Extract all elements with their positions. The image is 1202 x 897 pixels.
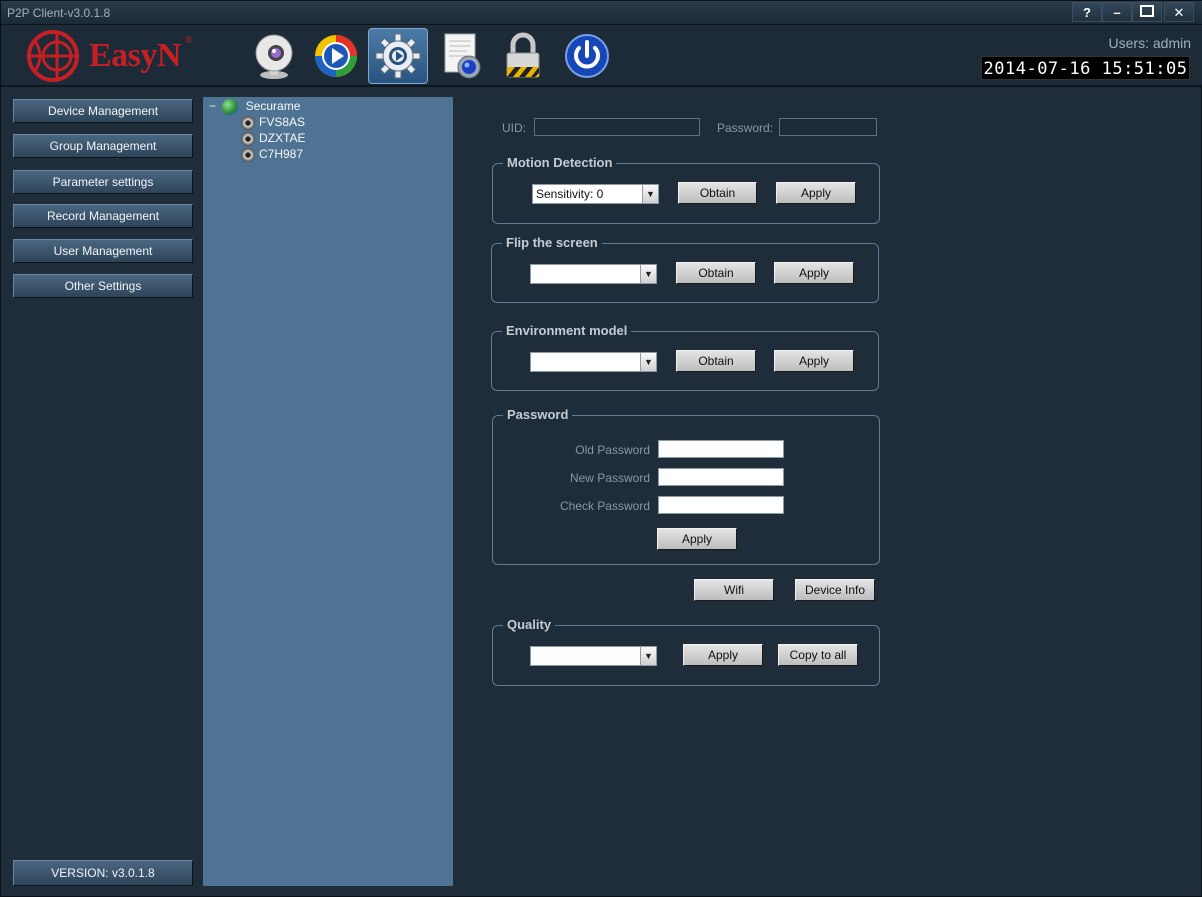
flip-screen-select[interactable]: ▼ [530,264,657,284]
old-password-label: Old Password [575,443,650,457]
chevron-down-icon: ▼ [640,265,656,283]
logo-registered: ® [185,35,193,46]
nav-group-management-button[interactable]: Group Management [13,134,193,158]
toolbar-lock-button[interactable] [493,28,553,84]
title-bar: P2P Client-v3.0.1.8 ? – ✕ [1,1,1202,25]
wifi-button[interactable]: Wifi [694,579,774,601]
minimize-button[interactable]: – [1102,2,1132,22]
environment-obtain-button[interactable]: Obtain [676,350,756,372]
lock-icon [506,32,540,78]
quality-apply-button[interactable]: Apply [683,644,763,666]
nav-user-management-button[interactable]: User Management [13,239,193,263]
window-title: P2P Client-v3.0.1.8 [7,6,111,20]
new-password-field[interactable] [658,468,784,486]
app-window: P2P Client-v3.0.1.8 ? – ✕ EasyN ® Users:… [0,0,1202,897]
clock-display: 2014-07-16 15:51:05 [981,56,1190,80]
tree-root-label: Securame [245,99,301,114]
device-info-button[interactable]: Device Info [795,579,875,601]
brand-logo: EasyN ® [25,29,205,83]
tree-device-node[interactable]: FVS8AS [241,115,305,130]
tree-device-node[interactable]: C7H987 [241,147,303,162]
flip-obtain-button[interactable]: Obtain [676,262,756,284]
password-legend: Password [503,407,573,422]
tree-collapse-toggle[interactable]: − [209,99,219,113]
copy-to-all-button[interactable]: Copy to all [778,644,858,666]
camera-icon [241,131,255,146]
device-password-label: Password: [717,121,774,135]
check-password-field[interactable] [658,496,784,514]
new-password-label: New Password [569,471,650,485]
nav-device-management-button[interactable]: Device Management [13,99,193,123]
motion-obtain-button[interactable]: Obtain [678,182,757,204]
camera-icon [241,115,255,130]
toolbar-exit-button[interactable] [557,28,617,84]
version-button[interactable]: VERSION: v3.0.1.8 [13,860,193,886]
environment-model-legend: Environment model [502,323,632,338]
nav-parameter-settings-button[interactable]: Parameter settings [13,170,193,194]
tree-device-node[interactable]: DZXTAE [241,131,305,146]
motion-apply-button[interactable]: Apply [776,182,856,204]
nav-record-management-button[interactable]: Record Management [13,204,193,228]
header-toolbar: EasyN ® Users: admin 2014-07-16 15:51:05 [1,25,1202,87]
password-apply-button[interactable]: Apply [657,528,737,550]
check-password-label: Check Password [559,499,650,513]
flip-apply-button[interactable]: Apply [774,262,854,284]
tree-root-node[interactable]: − Securame [209,99,300,115]
logo-mark-icon [27,30,79,82]
chevron-down-icon: ▼ [640,647,656,665]
logo-text: EasyN [89,37,181,74]
webcam-icon [255,34,293,79]
device-password-field[interactable] [779,118,877,136]
play-icon [315,35,357,77]
environment-model-select[interactable]: ▼ [530,352,657,372]
close-button[interactable]: ✕ [1164,2,1194,22]
toolbar-live-view-button[interactable] [244,28,304,84]
toolbar-playback-button[interactable] [306,28,366,84]
log-icon [444,33,481,79]
environment-apply-button[interactable]: Apply [774,350,854,372]
toolbar-settings-button[interactable] [368,28,428,84]
quality-select[interactable]: ▼ [530,646,657,666]
device-tree-panel[interactable]: − Securame FVS8AS DZXTAE C7H987 [203,97,453,886]
motion-sensitivity-value: Sensitivity: 0 [536,187,604,201]
chevron-down-icon: ▼ [640,353,656,371]
power-icon [565,34,609,78]
old-password-field[interactable] [658,440,784,458]
motion-detection-legend: Motion Detection [503,155,617,170]
tree-device-label: FVS8AS [259,115,306,129]
uid-field[interactable] [534,118,700,136]
globe-icon [222,99,239,115]
chevron-down-icon: ▼ [642,185,658,203]
maximize-icon [1140,5,1154,17]
uid-label: UID: [502,121,526,135]
gear-icon [375,33,421,79]
quality-legend: Quality [503,617,556,632]
motion-sensitivity-select[interactable]: Sensitivity: 0 ▼ [532,184,659,204]
current-user-label: Users: admin [1108,35,1191,51]
toolbar-log-button[interactable] [431,28,491,84]
maximize-button[interactable] [1132,2,1162,22]
help-button[interactable]: ? [1072,2,1102,22]
tree-device-label: C7H987 [259,147,304,161]
flip-screen-legend: Flip the screen [502,235,602,250]
nav-other-settings-button[interactable]: Other Settings [13,274,193,298]
tree-device-label: DZXTAE [259,131,306,145]
camera-icon [241,147,255,162]
